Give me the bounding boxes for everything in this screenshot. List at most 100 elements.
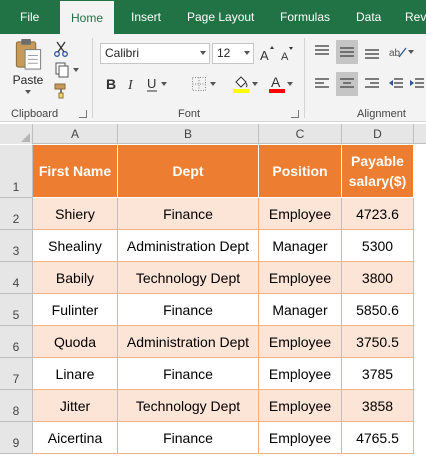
align-left-button[interactable] xyxy=(312,72,332,96)
table-cell[interactable]: Employee xyxy=(259,422,342,454)
top-align-button[interactable] xyxy=(312,42,332,62)
table-cell[interactable]: 3800 xyxy=(342,262,414,294)
table-cell[interactable]: Finance xyxy=(118,198,259,230)
fill-bucket-icon xyxy=(233,76,249,93)
underline-button[interactable]: U xyxy=(143,74,169,94)
chevron-down-icon xyxy=(407,50,414,54)
clipboard-launcher-icon[interactable] xyxy=(79,110,87,118)
svg-text:A: A xyxy=(271,74,281,90)
bottom-align-button[interactable] xyxy=(362,42,382,62)
table-cell[interactable]: 5300 xyxy=(342,230,414,262)
column-header-a[interactable]: A xyxy=(33,124,118,144)
row-header[interactable]: 1 xyxy=(0,145,33,198)
table-cell[interactable]: Employee xyxy=(259,390,342,422)
cut-button[interactable] xyxy=(52,40,70,58)
tab-page-layout[interactable]: Page Layout xyxy=(187,0,254,34)
decrease-font-icon: A xyxy=(281,46,293,62)
row-header[interactable]: 6 xyxy=(0,326,33,358)
column-header-c[interactable]: C xyxy=(259,124,342,144)
paste-button[interactable]: Paste xyxy=(10,38,46,94)
decrease-indent-button[interactable] xyxy=(386,72,406,96)
clipboard-group-label: Clipboard xyxy=(11,108,59,120)
svg-text:U: U xyxy=(147,76,156,91)
svg-text:I: I xyxy=(127,78,134,92)
font-family-select[interactable]: Calibri xyxy=(100,43,210,64)
table-cell[interactable]: Finance xyxy=(118,358,259,390)
table-cell[interactable]: 5850.6 xyxy=(342,294,414,326)
table-cell[interactable]: Manager xyxy=(259,230,342,262)
table-cell[interactable]: 3858 xyxy=(342,390,414,422)
column-header-b[interactable]: B xyxy=(118,124,259,144)
chevron-down-icon xyxy=(209,82,216,86)
header-cell-position[interactable]: Position xyxy=(259,145,342,198)
chevron-down-icon xyxy=(200,51,206,55)
middle-align-button[interactable] xyxy=(336,40,358,64)
ribbon-tab-bar: File Home Insert Page Layout Formulas Da… xyxy=(0,0,426,34)
table-cell[interactable]: Quoda xyxy=(33,326,118,358)
tab-review[interactable]: Rev xyxy=(405,0,426,34)
row-header[interactable]: 2 xyxy=(0,198,33,230)
fill-color-button[interactable] xyxy=(230,72,260,96)
table-cell[interactable]: Finance xyxy=(118,294,259,326)
paste-label: Paste xyxy=(12,73,44,87)
table-cell[interactable]: Administration Dept xyxy=(118,230,259,262)
table-cell[interactable]: 3785 xyxy=(342,358,414,390)
group-divider xyxy=(304,38,305,118)
row-header[interactable]: 7 xyxy=(0,358,33,390)
paste-icon xyxy=(15,38,42,70)
tab-data[interactable]: Data xyxy=(356,0,381,34)
italic-button[interactable]: I xyxy=(123,74,139,94)
column-header-d[interactable]: D xyxy=(342,124,414,144)
header-cell-first-name[interactable]: First Name xyxy=(33,145,118,198)
table-cell[interactable]: 4765.5 xyxy=(342,422,414,454)
format-painter-button[interactable] xyxy=(52,82,70,100)
table-cell[interactable]: Shealiny xyxy=(33,230,118,262)
row-header[interactable]: 8 xyxy=(0,390,33,422)
row-header[interactable]: 5 xyxy=(0,294,33,326)
table-cell[interactable]: Manager xyxy=(259,294,342,326)
font-family-value: Calibri xyxy=(105,46,140,60)
align-center-button[interactable] xyxy=(336,72,358,96)
font-size-select[interactable]: 12 xyxy=(212,43,254,64)
table-cell[interactable]: 3750.5 xyxy=(342,326,414,358)
table-cell[interactable]: Employee xyxy=(259,358,342,390)
row-header[interactable]: 3 xyxy=(0,230,33,262)
alignment-group-label: Alignment xyxy=(357,108,406,120)
header-cell-payable-salary[interactable]: Payable salary($) xyxy=(342,145,414,198)
table-cell[interactable]: Employee xyxy=(259,262,342,294)
table-cell[interactable]: Administration Dept xyxy=(118,326,259,358)
tab-home[interactable]: Home xyxy=(60,1,114,34)
select-all-button[interactable] xyxy=(0,124,33,144)
bold-button[interactable]: B xyxy=(103,74,119,94)
table-cell[interactable]: Fulinter xyxy=(33,294,118,326)
table-cell[interactable]: Babily xyxy=(33,262,118,294)
tab-file[interactable]: File xyxy=(20,0,39,34)
table-cell[interactable]: 4723.6 xyxy=(342,198,414,230)
table-cell[interactable]: Technology Dept xyxy=(118,262,259,294)
orientation-button[interactable]: ab xyxy=(386,42,416,62)
table-cell[interactable]: Technology Dept xyxy=(118,390,259,422)
align-right-button[interactable] xyxy=(362,72,382,96)
table-cell[interactable]: Employee xyxy=(259,198,342,230)
header-cell-dept[interactable]: Dept xyxy=(118,145,259,198)
font-color-icon: A xyxy=(269,74,285,93)
borders-button[interactable] xyxy=(188,74,218,94)
decrease-font-size-button[interactable]: A xyxy=(278,43,296,64)
font-launcher-icon[interactable] xyxy=(291,110,299,118)
row-header[interactable]: 4 xyxy=(0,262,33,294)
table-cell[interactable]: Finance xyxy=(118,422,259,454)
table-cell[interactable]: Jitter xyxy=(33,390,118,422)
table-cell[interactable]: Aicertina xyxy=(33,422,118,454)
font-color-button[interactable]: A xyxy=(266,72,296,96)
copy-button[interactable] xyxy=(52,61,80,79)
increase-indent-icon xyxy=(410,78,424,88)
tab-insert[interactable]: Insert xyxy=(131,0,161,34)
table-cell[interactable]: Linare xyxy=(33,358,118,390)
table-cell[interactable]: Shiery xyxy=(33,198,118,230)
copy-icon xyxy=(55,62,68,78)
tab-formulas[interactable]: Formulas xyxy=(280,0,330,34)
row-header[interactable]: 9 xyxy=(0,422,33,454)
increase-font-size-button[interactable]: A xyxy=(258,43,276,64)
increase-indent-button[interactable] xyxy=(408,72,426,96)
table-cell[interactable]: Employee xyxy=(259,326,342,358)
